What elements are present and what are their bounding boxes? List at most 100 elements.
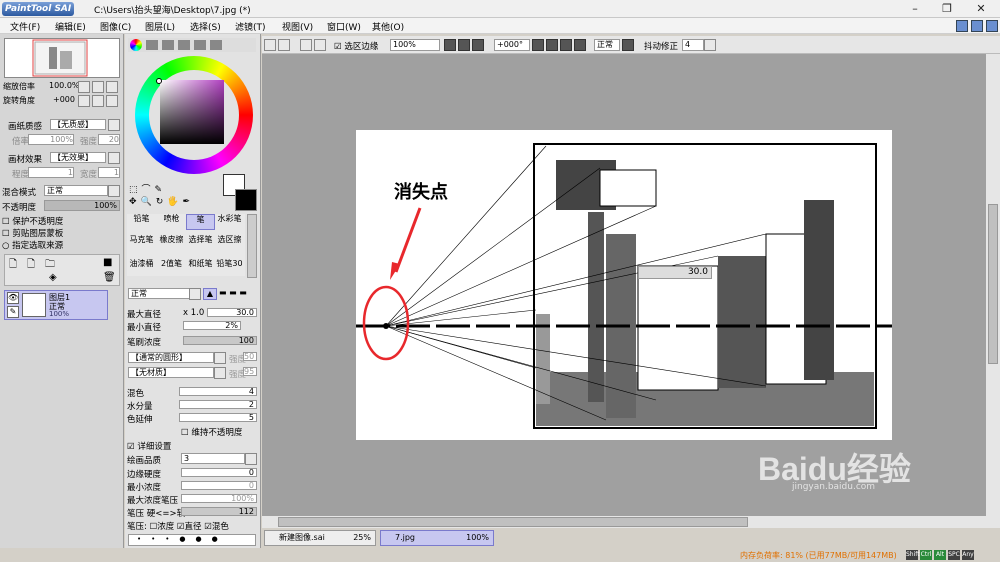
pressure-density-checkbox[interactable]: 浓度 [157, 522, 174, 532]
menu-filter[interactable]: 滤镜(T) [235, 20, 266, 33]
stabilizer-dropdown-icon[interactable] [704, 39, 716, 51]
brush-lock-icon[interactable]: ✎ [7, 306, 19, 318]
quality-select[interactable]: 3 [181, 453, 245, 464]
menu-select[interactable]: 选择(S) [190, 20, 221, 33]
paper-texture-select[interactable]: 【无质感】 [50, 119, 106, 130]
close-icon[interactable]: ✕ [966, 0, 996, 18]
layer-row[interactable]: 👁 ✎ 图层1 正常 100% [4, 290, 108, 320]
brush-mode-dropdown-icon[interactable] [189, 288, 201, 300]
mask-icon[interactable]: ■ [103, 257, 112, 268]
restore-doc-icon[interactable] [956, 20, 968, 32]
min-density-slider[interactable]: 0 [181, 481, 257, 490]
effect-width-field[interactable]: 1 [98, 167, 120, 178]
tab-7jpg[interactable]: 7.jpg 100% [380, 530, 494, 546]
max-diameter-field[interactable]: 30.0 [207, 308, 257, 317]
brush-size-presets[interactable]: •••●●● [128, 534, 256, 546]
tool-eraser[interactable]: 橡皮擦 [157, 235, 186, 251]
brush-shape-sharp-icon[interactable]: ▲ [203, 288, 217, 300]
detail-settings-checkbox[interactable]: ☑ 详细设置 [127, 440, 171, 452]
color-extend-slider[interactable]: 5 [179, 413, 257, 422]
foreground-color-swatch[interactable] [235, 189, 257, 211]
effect-degree-field[interactable]: 1 [28, 167, 74, 178]
swatch-tab-icon[interactable] [194, 40, 206, 50]
zoom-out-icon[interactable] [444, 39, 456, 51]
selection-source-radio[interactable]: ○ 指定选取来源 [2, 239, 63, 251]
tool-marker[interactable]: 马克笔 [127, 235, 156, 251]
rotate-ccw-icon[interactable] [532, 39, 544, 51]
brush-mode-select[interactable]: 正常 [128, 288, 190, 299]
menu-other[interactable]: 其他(O) [372, 20, 404, 33]
tool-select-pen[interactable]: 选择笔 [186, 235, 215, 251]
menu-edit[interactable]: 编辑(E) [55, 20, 86, 33]
visibility-eye-icon[interactable]: 👁 [7, 292, 19, 304]
mode-icon[interactable] [622, 39, 634, 51]
opacity-slider[interactable]: 100% [44, 200, 120, 211]
menu-view[interactable]: 视图(V) [282, 20, 313, 33]
tool-pencil-30[interactable]: 铅笔30 [215, 259, 244, 275]
tool-binary-pen[interactable]: 2值笔 [157, 259, 186, 275]
max-density-pressure-slider[interactable]: 100% [181, 494, 257, 503]
new-layer-icon[interactable]: 🗋 [9, 257, 17, 274]
canvas-area[interactable]: 消失点 30.0 Baidu经验 jingyan.baidu.com [262, 54, 986, 516]
clip-group-checkbox[interactable]: ☐ 剪贴图层蒙板 [2, 227, 63, 239]
rotate-select[interactable]: +000° [494, 39, 530, 51]
close-doc-icon[interactable] [986, 20, 998, 32]
pressure-softness-slider[interactable]: 112 [181, 507, 257, 516]
tool-bucket[interactable]: 油漆桶 [127, 259, 156, 275]
selection-edge-checkbox[interactable]: ☑ 选区边缘 [334, 40, 378, 52]
rotate-reset-button[interactable] [106, 95, 118, 107]
rotate-right-button[interactable] [92, 95, 104, 107]
min-diameter-field[interactable]: 2% [183, 321, 241, 330]
brush-texture-select[interactable]: 【无材质】 [128, 367, 214, 378]
keep-opacity-checkbox[interactable]: ☐ 维持不透明度 [181, 426, 242, 438]
protect-opacity-checkbox[interactable]: ☐ 保护不透明度 [2, 215, 63, 227]
rgb-slider-tab-icon[interactable] [146, 40, 158, 50]
texture-strength2-field[interactable]: 95 [243, 367, 257, 376]
blend-dropdown-icon[interactable] [108, 185, 120, 197]
menu-file[interactable]: 文件(F) [10, 20, 40, 33]
color-mix-tab-icon[interactable] [178, 40, 190, 50]
zoom-in-icon[interactable] [458, 39, 470, 51]
rotate-cw-icon[interactable] [546, 39, 558, 51]
texture-strength-field[interactable]: 20 [98, 134, 120, 145]
color-picker-handle[interactable] [156, 78, 162, 84]
tool-select-eraser[interactable]: 选区擦 [215, 235, 244, 251]
menu-window[interactable]: 窗口(W) [327, 20, 361, 33]
horizontal-scrollbar[interactable] [262, 516, 1000, 528]
blend-mode-select[interactable]: 正常 [44, 185, 108, 196]
undo-button[interactable] [264, 39, 276, 51]
mode-select[interactable]: 正常 [594, 39, 620, 51]
menu-layer[interactable]: 图层(L) [145, 20, 175, 33]
effect-dropdown-icon[interactable] [108, 152, 120, 164]
deselect-button[interactable] [300, 39, 312, 51]
tab-new-image[interactable]: 新建图像.sai 25% [264, 530, 376, 546]
delete-layer-icon[interactable]: 🗑 [103, 272, 116, 283]
brush-texture-dropdown-icon[interactable] [214, 367, 226, 379]
zoom-select[interactable]: 100% [390, 39, 440, 51]
tool-washi-pen[interactable]: 和纸笔 [186, 259, 215, 275]
saturation-value-square[interactable] [160, 80, 224, 144]
hsv-slider-tab-icon[interactable] [162, 40, 174, 50]
shape-strength-field[interactable]: 50 [243, 352, 257, 361]
selection-tool-icons[interactable]: ⬚⌒✎ [129, 182, 166, 195]
menu-image[interactable]: 图像(C) [100, 20, 131, 33]
tool-airbrush[interactable]: 喷枪 [157, 214, 186, 230]
tool-scrollbar[interactable] [247, 214, 257, 278]
zoom-fit-icon[interactable] [472, 39, 484, 51]
rotate-left-button[interactable] [78, 95, 90, 107]
water-slider[interactable]: 2 [179, 400, 257, 409]
vertical-scroll-thumb[interactable] [988, 204, 998, 364]
new-set-icon[interactable]: 🗋 [27, 257, 35, 274]
stabilizer-select[interactable]: 4 [682, 39, 704, 51]
redo-button[interactable] [278, 39, 290, 51]
canvas-paper[interactable]: 消失点 30.0 [356, 130, 892, 440]
navigator-preview[interactable] [4, 38, 120, 78]
brush-shape-dropdown-icon[interactable] [214, 352, 226, 364]
maximize-icon[interactable]: ❐ [932, 0, 962, 18]
zoom-reset-button[interactable] [106, 81, 118, 93]
tool-pencil[interactable]: 铅笔 [127, 214, 156, 230]
tool-brush[interactable]: 笔 [186, 214, 215, 230]
effect-select[interactable]: 【无效果】 [50, 152, 106, 163]
paper-texture-dropdown-icon[interactable] [108, 119, 120, 131]
pressure-blend-checkbox[interactable]: 混色 [212, 522, 229, 532]
